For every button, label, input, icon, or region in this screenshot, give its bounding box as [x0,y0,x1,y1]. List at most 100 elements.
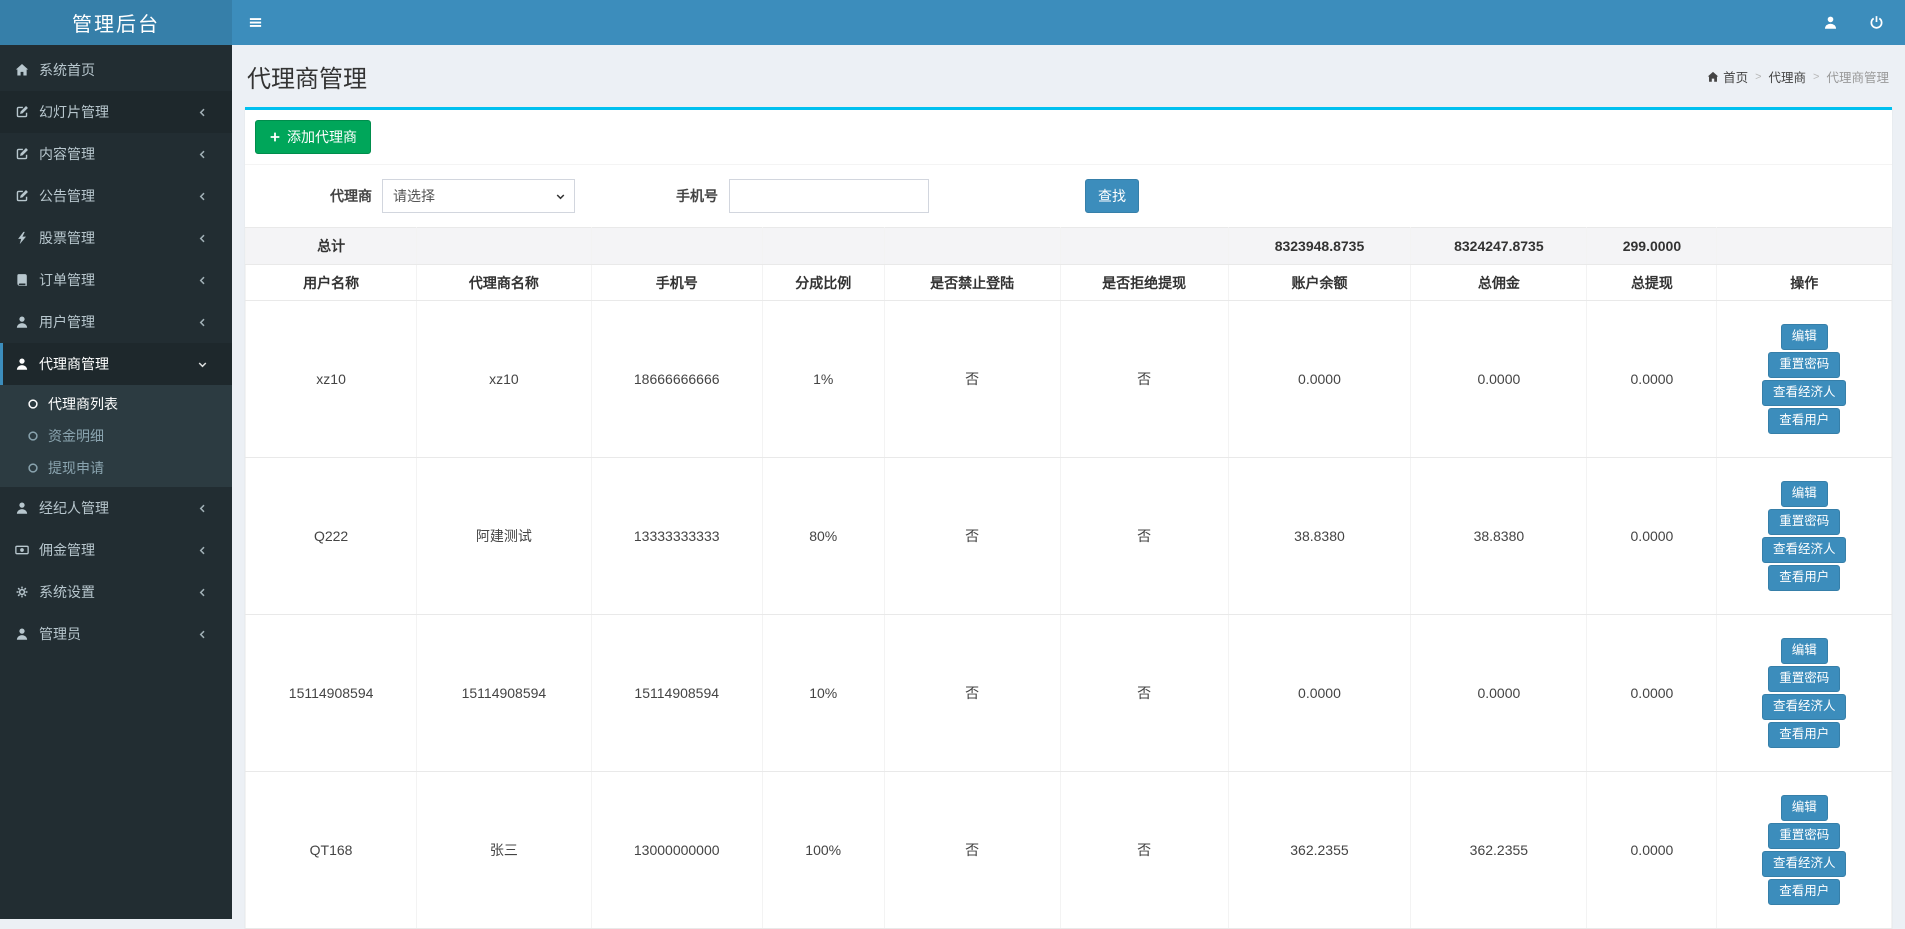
actions-cell: 编辑重置密码查看经济人查看用户 [1717,772,1892,929]
column-header: 总提现 [1587,265,1717,301]
breadcrumb-current-label: 代理商管理 [1826,67,1889,86]
logout-button[interactable] [1853,0,1899,45]
action-edit-button[interactable]: 编辑 [1781,795,1828,821]
action-view-brokers-button[interactable]: 查看经济人 [1762,851,1847,877]
action-reset-password-button[interactable]: 重置密码 [1768,823,1840,849]
sidebar-item-1[interactable]: 幻灯片管理 [0,91,232,133]
bolt-icon [15,231,29,245]
action-reset-password-button[interactable]: 重置密码 [1768,509,1840,535]
column-header: 是否拒绝提现 [1060,265,1228,301]
agents-table: 总计8323948.87358324247.8735299.0000 用户名称代… [245,227,1892,929]
action-view-brokers-button[interactable]: 查看经济人 [1762,380,1847,406]
cell: 0.0000 [1587,772,1717,929]
action-view-brokers-button[interactable]: 查看经济人 [1762,694,1847,720]
action-reset-password-button[interactable]: 重置密码 [1768,666,1840,692]
sidebar-subitem-0[interactable]: 代理商列表 [0,388,232,420]
hamburger-icon [248,15,263,30]
chevron-left-icon [197,107,208,118]
plus-icon [269,131,281,143]
sidebar-item-5[interactable]: 订单管理 [0,259,232,301]
phone-filter-label: 手机号 [676,186,718,206]
cell: 10% [762,615,884,772]
cell: xz10 [417,301,591,458]
cell: 15114908594 [246,615,417,772]
cell: Q222 [246,458,417,615]
sidebar-item-2[interactable]: 内容管理 [0,133,232,175]
action-view-users-button[interactable]: 查看用户 [1768,879,1840,905]
user-icon [15,357,29,371]
totals-cell: 8323948.8735 [1228,228,1411,265]
sidebar-item-10[interactable]: 系统设置 [0,571,232,613]
cell: 否 [884,615,1060,772]
user-icon [15,315,29,329]
totals-cell [591,228,762,265]
sidebar-item-label: 系统设置 [39,582,95,602]
chevron-left-icon [197,275,208,286]
phone-input[interactable] [729,179,929,213]
action-edit-button[interactable]: 编辑 [1781,481,1828,507]
sidebar-item-4[interactable]: 股票管理 [0,217,232,259]
table-row: 15114908594151149085941511490859410%否否0.… [246,615,1892,772]
breadcrumb-home[interactable]: 首页 [1707,67,1748,86]
main-content: 代理商管理 首页 > 代理商 > 代理商管理 添加代理商 代理商 [232,0,1905,929]
cell: 0.0000 [1587,458,1717,615]
sidebar-subitem-2[interactable]: 提现申请 [0,452,232,484]
sidebar-subitem-label: 提现申请 [48,458,104,478]
box-header: 添加代理商 [245,110,1892,165]
cell: 18666666666 [591,301,762,458]
breadcrumb-separator: > [1755,71,1761,83]
sidebar-item-7[interactable]: 代理商管理 [0,343,232,385]
breadcrumb-agent-label: 代理商 [1769,67,1807,86]
cell: 否 [1060,458,1228,615]
action-edit-button[interactable]: 编辑 [1781,638,1828,664]
table-row: QT168张三13000000000100%否否362.2355362.2355… [246,772,1892,929]
action-reset-password-button[interactable]: 重置密码 [1768,352,1840,378]
cell: 0.0000 [1411,615,1587,772]
sidebar-item-label: 订单管理 [39,270,95,290]
cell: 否 [1060,772,1228,929]
chevron-left-icon [197,587,208,598]
sidebar-item-3[interactable]: 公告管理 [0,175,232,217]
cell: 0.0000 [1411,301,1587,458]
sidebar-item-0[interactable]: 系统首页 [0,49,232,91]
action-edit-button[interactable]: 编辑 [1781,324,1828,350]
action-view-brokers-button[interactable]: 查看经济人 [1762,537,1847,563]
action-view-users-button[interactable]: 查看用户 [1768,722,1840,748]
cell: 0.0000 [1587,301,1717,458]
sidebar: 管理后台 系统首页幻灯片管理内容管理公告管理股票管理订单管理用户管理代理商管理代… [0,0,232,919]
cell: 15114908594 [591,615,762,772]
cell: 13000000000 [591,772,762,929]
breadcrumb-current: 代理商管理 [1826,67,1889,86]
cell: 38.8380 [1411,458,1587,615]
table-totals-row: 总计8323948.87358324247.8735299.0000 [246,228,1892,265]
cell: 否 [1060,615,1228,772]
chevron-left-icon [197,503,208,514]
add-agent-button[interactable]: 添加代理商 [255,120,371,154]
app-logo[interactable]: 管理后台 [0,0,232,45]
cell: 362.2355 [1411,772,1587,929]
navbar-right [1807,0,1905,45]
action-view-users-button[interactable]: 查看用户 [1768,408,1840,434]
cell: 0.0000 [1228,301,1411,458]
agents-box: 添加代理商 代理商 请选择 手机号 查找 总计8323948.873583242… [245,107,1892,929]
cell: 38.8380 [1228,458,1411,615]
sidebar-item-label: 公告管理 [39,186,95,206]
sidebar-item-6[interactable]: 用户管理 [0,301,232,343]
sidebar-subitem-1[interactable]: 资金明细 [0,420,232,452]
sidebar-submenu: 代理商列表资金明细提现申请 [0,385,232,487]
totals-cell [417,228,591,265]
action-view-users-button[interactable]: 查看用户 [1768,565,1840,591]
breadcrumb-agent[interactable]: 代理商 [1769,67,1807,86]
cell: 否 [884,772,1060,929]
sidebar-toggle-button[interactable] [232,0,278,45]
actions-cell: 编辑重置密码查看经济人查看用户 [1717,458,1892,615]
content-header: 代理商管理 首页 > 代理商 > 代理商管理 [245,45,1892,107]
agent-select[interactable]: 请选择 [382,179,575,213]
search-button[interactable]: 查找 [1085,179,1139,213]
sidebar-item-11[interactable]: 管理员 [0,613,232,655]
cell: 阿建测试 [417,458,591,615]
account-button[interactable] [1807,0,1853,45]
user-icon [15,501,29,515]
sidebar-item-8[interactable]: 经纪人管理 [0,487,232,529]
sidebar-item-9[interactable]: 佣金管理 [0,529,232,571]
